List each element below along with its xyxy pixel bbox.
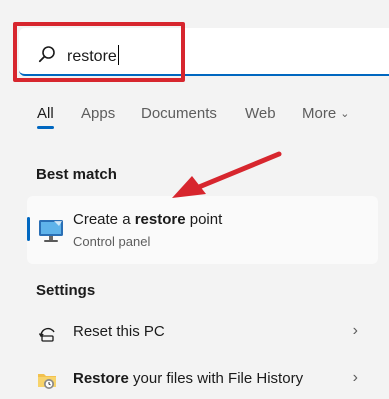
selection-accent-bar <box>27 217 30 241</box>
chevron-down-icon: ⌄ <box>340 108 350 120</box>
tab-more-label: More <box>302 105 337 122</box>
best-match-subtitle: Control panel <box>73 234 151 249</box>
annotation-highlight-box <box>13 22 185 82</box>
chevron-right-icon: › <box>352 322 358 339</box>
filter-tabs: All Apps Documents Web More ⌄ <box>0 104 389 134</box>
tab-all[interactable]: All <box>37 104 54 124</box>
settings-heading: Settings <box>36 282 96 299</box>
settings-item-label: Reset this PC <box>73 323 165 340</box>
settings-item-label: Restore your files with File History <box>73 370 304 387</box>
tab-documents[interactable]: Documents <box>141 104 217 124</box>
settings-item-file-history[interactable]: Restore your files with File History › <box>27 360 378 399</box>
best-match-item[interactable] <box>27 196 378 264</box>
tab-more[interactable]: More ⌄ <box>302 104 349 124</box>
best-match-heading: Best match <box>36 166 117 183</box>
search-results-panel: restore All Apps Documents Web More ⌄ Bes… <box>0 0 389 399</box>
settings-item-reset-pc[interactable]: Reset this PC › <box>27 313 378 353</box>
active-tab-indicator <box>37 126 54 129</box>
tab-apps[interactable]: Apps <box>81 104 115 124</box>
computer-icon <box>39 220 63 242</box>
tab-web[interactable]: Web <box>245 104 276 124</box>
reset-icon <box>38 327 55 342</box>
chevron-right-icon: › <box>352 369 358 386</box>
best-match-title: Create a restore point <box>73 211 223 228</box>
folder-history-icon <box>38 374 56 389</box>
